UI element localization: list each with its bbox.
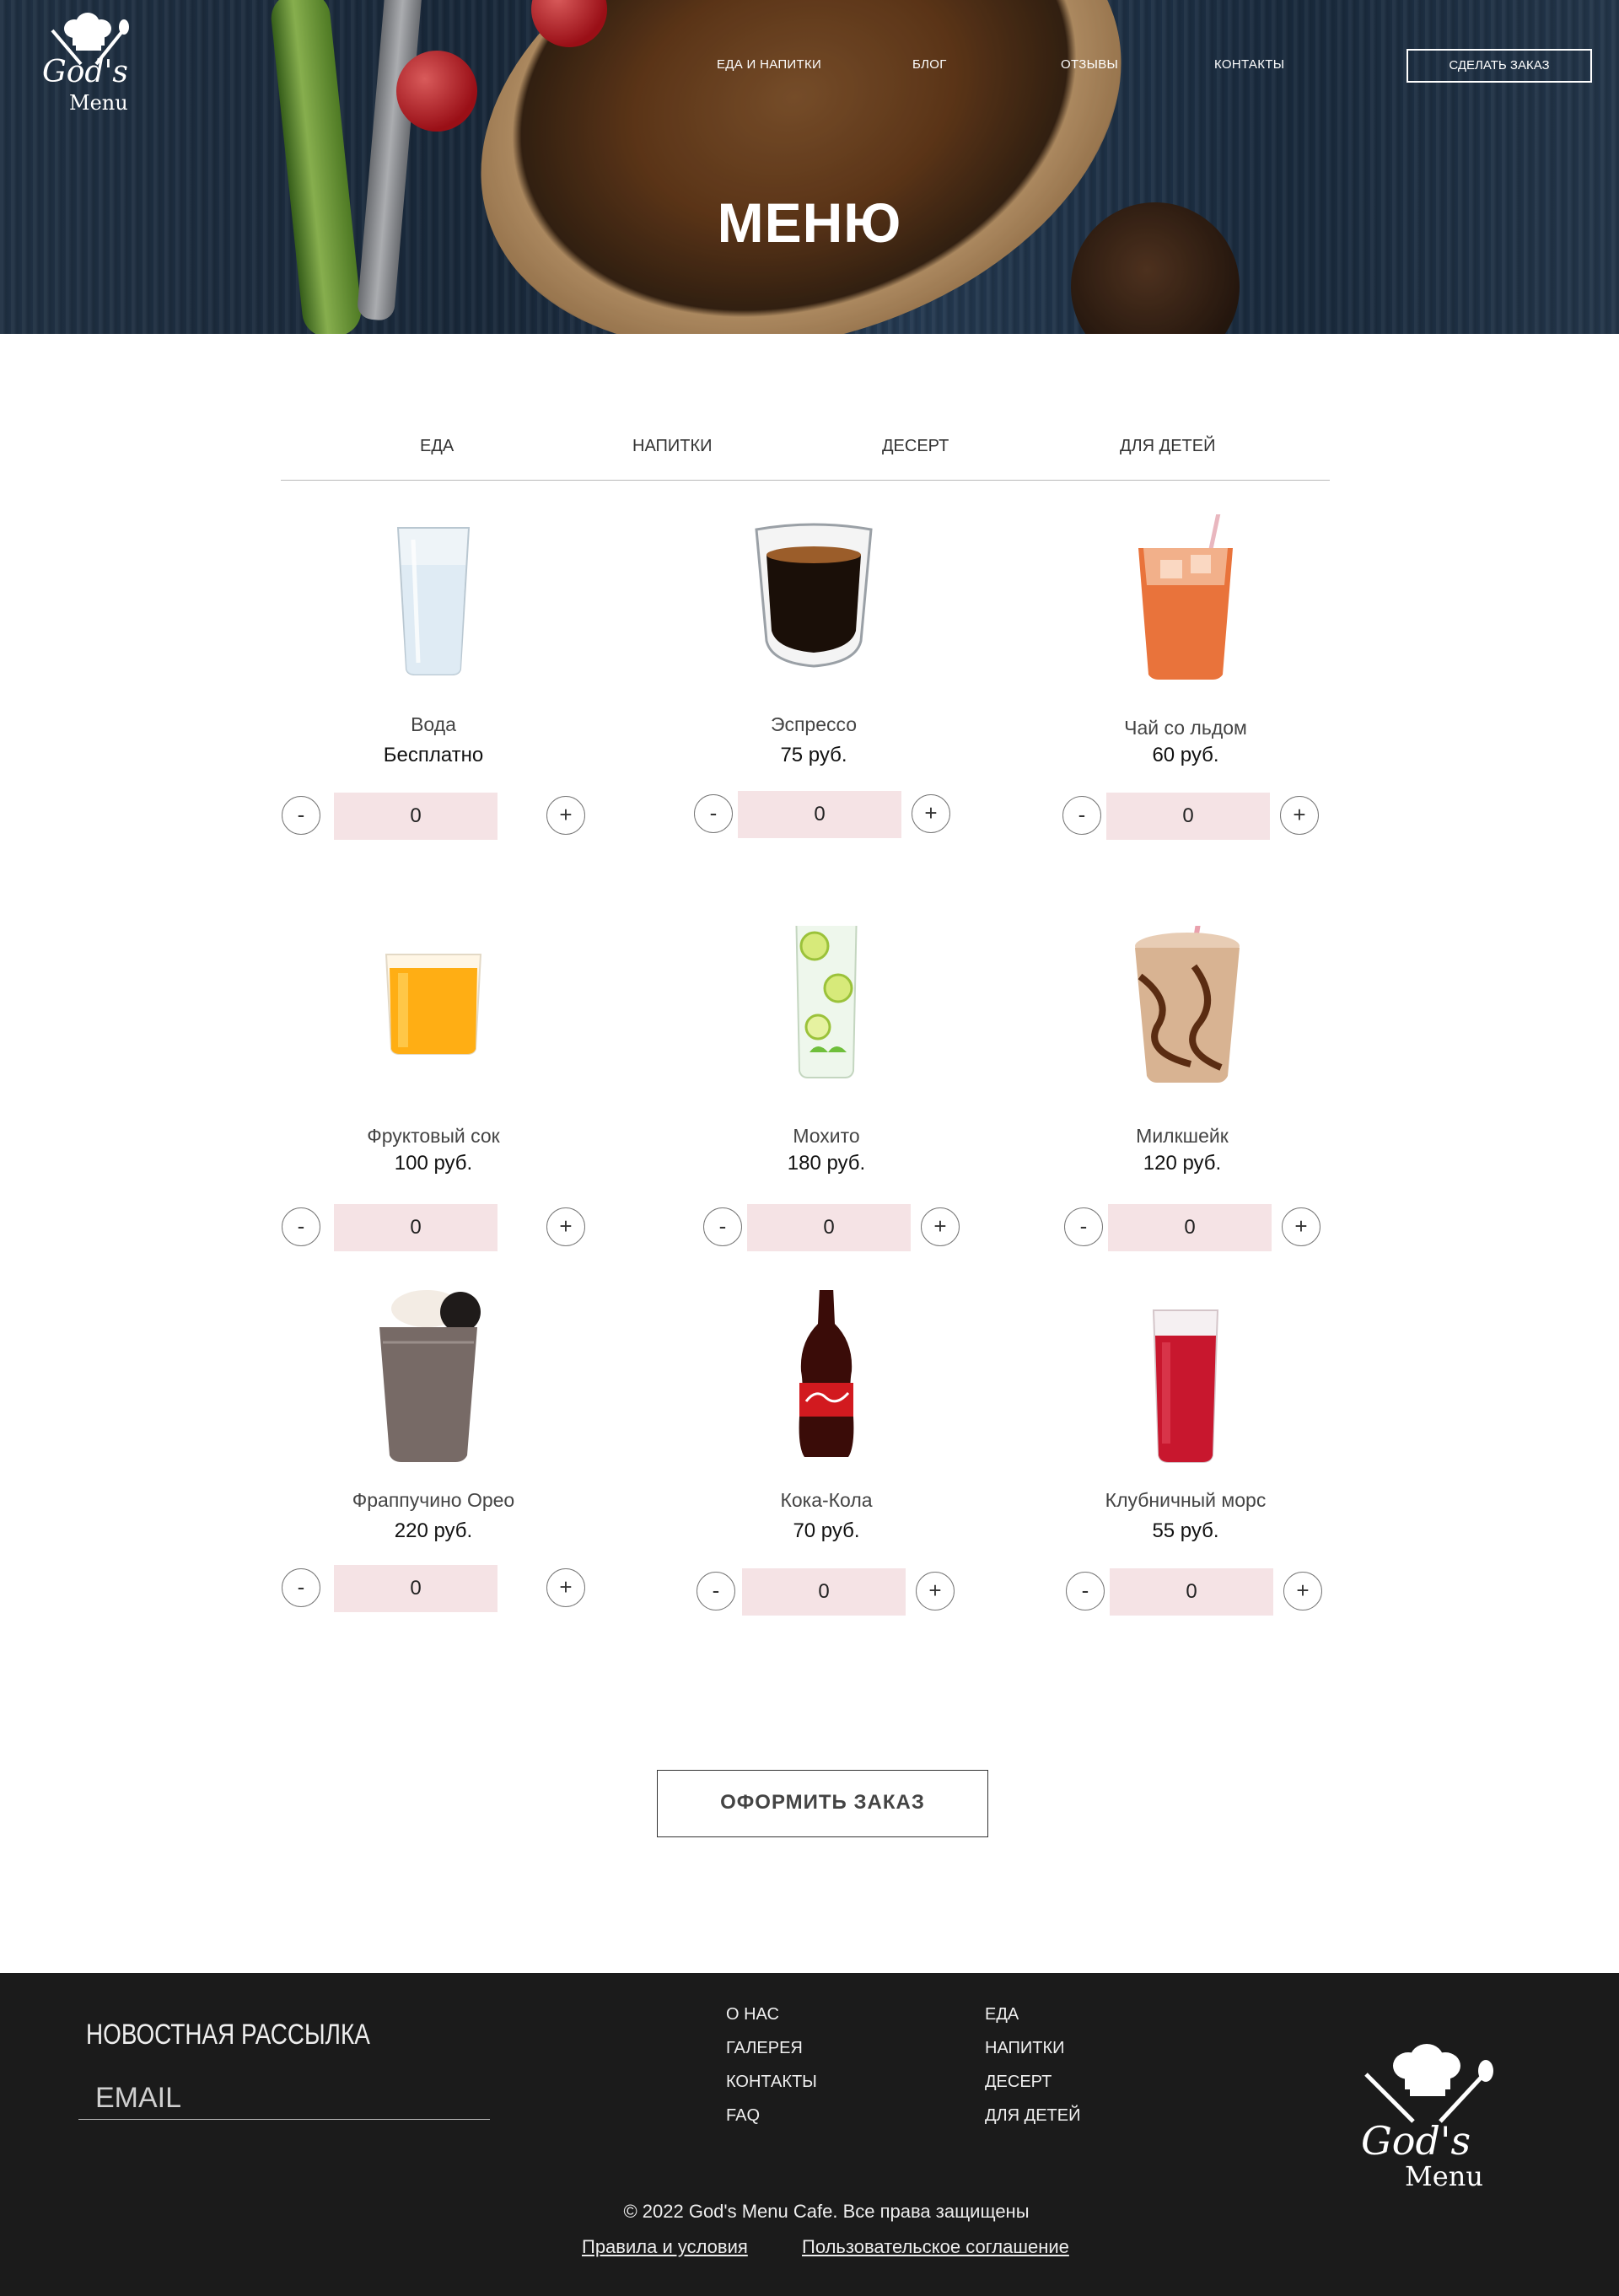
menu-item-card: Клубничный морс 55 руб. - + — [1017, 1290, 1354, 1653]
decrease-button[interactable]: - — [694, 794, 733, 833]
item-name: Кока-Кола — [780, 1489, 873, 1511]
footer-link-about[interactable]: О НАС — [726, 2005, 779, 2024]
item-price: 70 руб. — [793, 1519, 860, 1542]
decrease-button[interactable]: - — [282, 1207, 320, 1246]
nav-reviews[interactable]: ОТЗЫВЫ — [1061, 57, 1118, 72]
quantity-input[interactable] — [738, 791, 901, 838]
mojito-glass-icon — [795, 926, 858, 1078]
item-price: 180 руб. — [787, 1152, 866, 1175]
increase-button[interactable]: + — [546, 1568, 585, 1607]
quantity-input[interactable] — [747, 1204, 911, 1251]
increase-button[interactable]: + — [546, 1207, 585, 1246]
nav-blog[interactable]: БЛОГ — [912, 57, 947, 72]
newsletter-title: НОВОСТНАЯ РАССЫЛКА — [86, 2019, 370, 2051]
milkshake-cup-icon — [1135, 926, 1240, 1083]
item-price: 100 руб. — [394, 1152, 473, 1175]
item-name: Вода — [411, 713, 456, 735]
quantity-input[interactable] — [334, 1204, 498, 1251]
increase-button[interactable]: + — [1283, 1572, 1322, 1610]
item-price: Бесплатно — [383, 744, 484, 766]
item-name: Фруктовый сок — [367, 1125, 500, 1147]
footer-link-kids[interactable]: ДЛЯ ДЕТЕЙ — [985, 2106, 1081, 2126]
item-price: 75 руб. — [780, 744, 847, 766]
item-name: Милкшейк — [1136, 1125, 1229, 1147]
increase-button[interactable]: + — [912, 794, 950, 833]
logo-text-menu: Menu — [1405, 2160, 1483, 2192]
espresso-cup-icon — [755, 523, 873, 668]
menu-item-card: Кока-Кола 70 руб. - + — [658, 1290, 995, 1653]
quantity-input[interactable] — [334, 1565, 498, 1612]
increase-button[interactable]: + — [546, 796, 585, 835]
decrease-button[interactable]: - — [1062, 796, 1101, 835]
menu-item-card: Милкшейк 120 руб. - + — [1014, 926, 1351, 1288]
decrease-button[interactable]: - — [282, 1568, 320, 1607]
footer-link-drinks[interactable]: НАПИТКИ — [985, 2039, 1065, 2058]
menu-item-card: Эспрессо 75 руб. - + — [645, 514, 982, 877]
item-price: 220 руб. — [394, 1519, 473, 1542]
menu-item-card: Фраппучино Орео 220 руб. - + — [265, 1290, 602, 1653]
hero-banner: God's Menu ЕДА И НАПИТКИ БЛОГ ОТЗЫВЫ КОН… — [0, 0, 1619, 334]
increase-button[interactable]: + — [916, 1572, 955, 1610]
decrease-button[interactable]: - — [1066, 1572, 1105, 1610]
menu-item-card: Вода Бесплатно - + — [265, 514, 602, 877]
terms-link[interactable]: Правила и условия — [582, 2236, 748, 2258]
logo-text-menu: Menu — [69, 91, 128, 115]
user-agreement-link[interactable]: Пользовательское соглашение — [802, 2236, 1069, 2258]
quantity-input[interactable] — [1110, 1568, 1273, 1616]
water-glass-icon — [396, 527, 471, 675]
item-name: Мохито — [793, 1125, 860, 1147]
menu-item-card: Чай со льдом 60 руб. - + — [1017, 514, 1354, 877]
nav-food-drinks[interactable]: ЕДА И НАПИТКИ — [717, 57, 821, 72]
tab-drinks[interactable]: НАПИТКИ — [632, 437, 713, 456]
footer-link-food[interactable]: ЕДА — [985, 2005, 1019, 2024]
decrease-button[interactable]: - — [282, 796, 320, 835]
decrease-button[interactable]: - — [703, 1207, 742, 1246]
footer-link-dessert[interactable]: ДЕСЕРТ — [985, 2073, 1052, 2092]
decrease-button[interactable]: - — [697, 1572, 735, 1610]
site-footer: НОВОСТНАЯ РАССЫЛКА О НАС ГАЛЕРЕЯ КОНТАКТ… — [0, 1973, 1619, 2296]
decrease-button[interactable]: - — [1064, 1207, 1103, 1246]
make-order-button[interactable]: СДЕЛАТЬ ЗАКАЗ — [1407, 49, 1592, 83]
quantity-input[interactable] — [1108, 1204, 1272, 1251]
menu-tabs: ЕДА НАПИТКИ ДЕСЕРТ ДЛЯ ДЕТЕЙ — [281, 428, 1330, 481]
menu-item-card: Мохито 180 руб. - + — [658, 926, 995, 1288]
tab-dessert[interactable]: ДЕСЕРТ — [882, 437, 949, 456]
chef-hat-icon — [1364, 2044, 1493, 2123]
increase-button[interactable]: + — [921, 1207, 960, 1246]
juice-glass-icon — [385, 954, 482, 1055]
item-price: 55 руб. — [1152, 1519, 1219, 1542]
menu-item-card: Фруктовый сок 100 руб. - + — [265, 926, 602, 1288]
iced-tea-icon — [1138, 514, 1233, 680]
quantity-input[interactable] — [1106, 793, 1270, 840]
logo-text-gods: God's — [42, 55, 128, 89]
footer-link-gallery[interactable]: ГАЛЕРЕЯ — [726, 2039, 803, 2058]
increase-button[interactable]: + — [1282, 1207, 1320, 1246]
newsletter-email-input[interactable] — [78, 2078, 490, 2120]
item-name: Эспрессо — [770, 713, 858, 735]
item-name: Фраппучино Орео — [352, 1489, 515, 1511]
item-price: 60 руб. — [1152, 744, 1219, 766]
cola-bottle-icon — [799, 1290, 854, 1457]
nav-contacts[interactable]: КОНТАКТЫ — [1214, 57, 1284, 72]
quantity-input[interactable] — [334, 793, 498, 840]
item-name: Клубничный морс — [1105, 1489, 1267, 1511]
tab-food[interactable]: ЕДА — [420, 437, 454, 456]
increase-button[interactable]: + — [1280, 796, 1319, 835]
copyright-text: © 2022 God's Menu Cafe. Все права защище… — [623, 2201, 1030, 2222]
checkout-button[interactable]: ОФОРМИТЬ ЗАКАЗ — [657, 1770, 988, 1837]
frappuccino-cup-icon — [379, 1290, 481, 1462]
footer-link-contacts[interactable]: КОНТАКТЫ — [726, 2073, 817, 2092]
tab-kids[interactable]: ДЛЯ ДЕТЕЙ — [1120, 437, 1216, 456]
quantity-input[interactable] — [742, 1568, 906, 1616]
footer-logo[interactable]: God's Menu — [1349, 2041, 1501, 2201]
berry-drink-glass-icon — [1152, 1309, 1219, 1463]
site-logo[interactable]: God's Menu — [37, 10, 130, 120]
item-price: 120 руб. — [1143, 1152, 1222, 1175]
page-title: МЕНЮ — [717, 191, 902, 254]
logo-text-gods: God's — [1361, 2118, 1471, 2164]
footer-link-faq[interactable]: FAQ — [726, 2106, 760, 2126]
item-name: Чай со льдом — [1124, 717, 1247, 739]
